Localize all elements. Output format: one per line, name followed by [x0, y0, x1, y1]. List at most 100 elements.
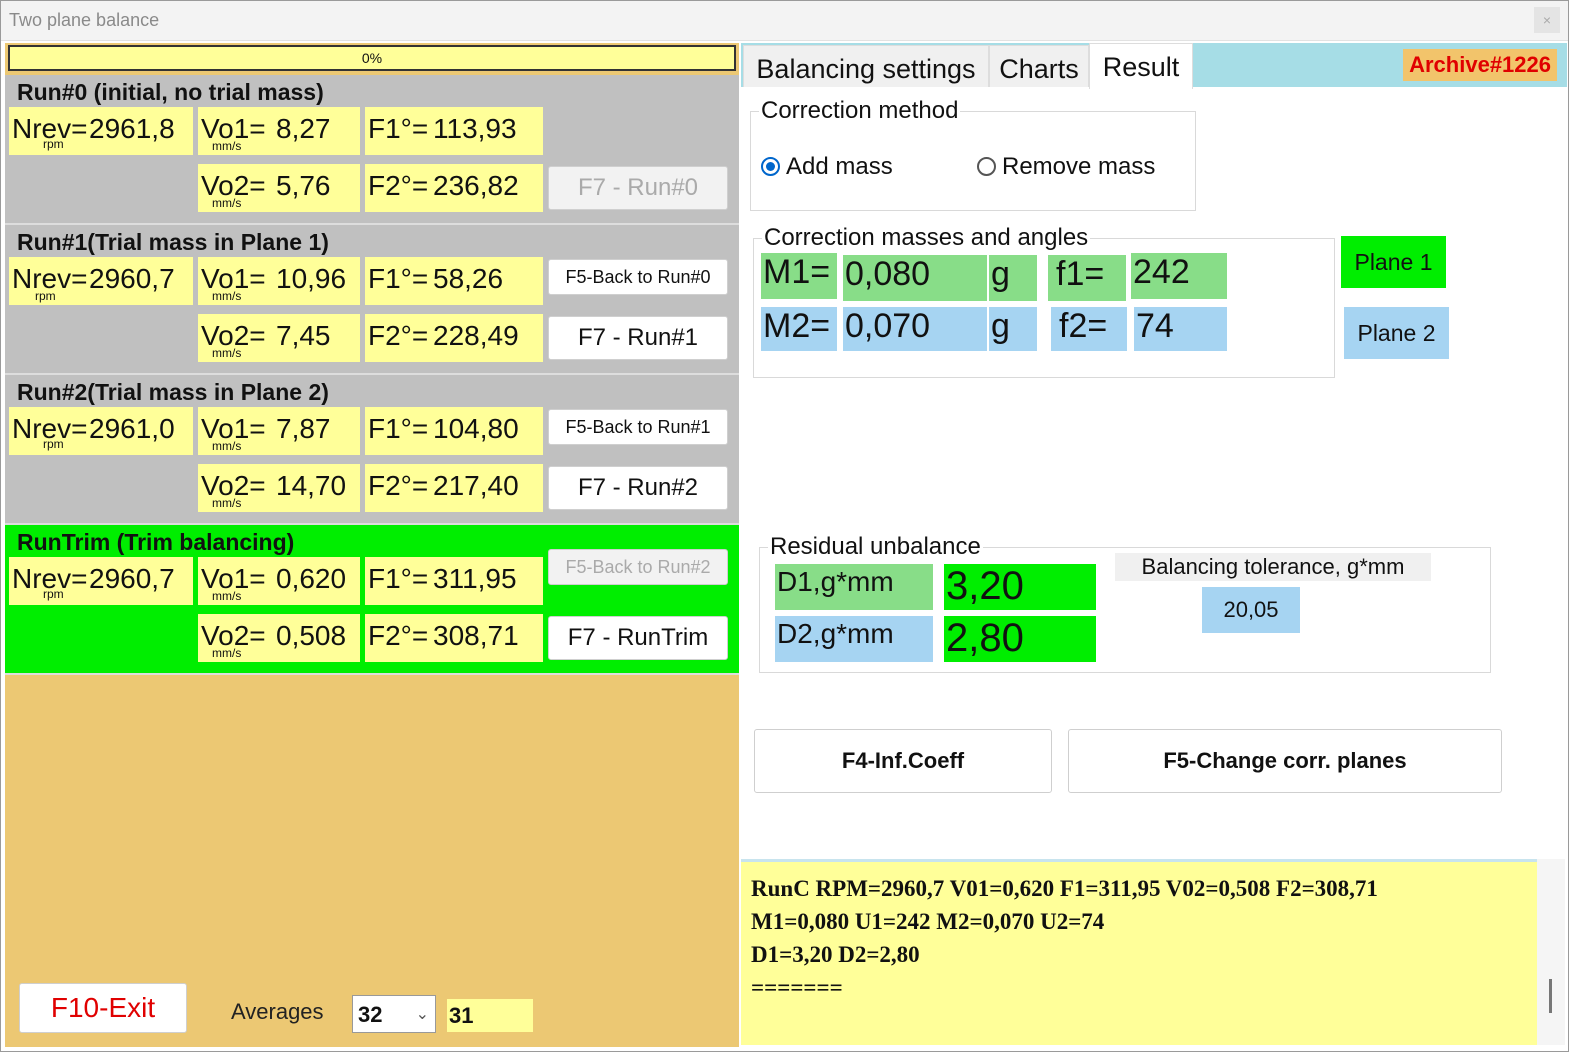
inf-coeff-button[interactable]: F4-Inf.Coeff — [754, 729, 1052, 793]
nrev-cell: Nrev= 2960,7 rpm — [9, 257, 193, 305]
f1-label: F1°= — [368, 263, 429, 294]
run-panel-2: Run#2(Trial mass in Plane 2) Nrev= 2961,… — [5, 375, 739, 525]
mms-unit: mm/s — [212, 439, 242, 453]
tab-charts[interactable]: Charts — [989, 45, 1089, 87]
add-mass-radio[interactable]: Add mass — [761, 153, 893, 181]
m2-label: M2= — [761, 307, 837, 351]
mms-unit: mm/s — [212, 196, 242, 210]
rpm-unit: rpm — [43, 137, 64, 151]
rpm-unit: rpm — [43, 437, 64, 451]
f2-value: 236,82 — [433, 170, 519, 201]
tab-bar: Balancing settings Charts Result Archive… — [741, 43, 1567, 89]
nrev-cell: Nrev= 2960,7 rpm — [9, 557, 193, 605]
f2-value: 217,40 — [433, 470, 519, 501]
f5-back-run1-button[interactable]: F5-Back to Run#1 — [548, 409, 728, 445]
f1-label: F1°= — [368, 413, 429, 444]
f1-angle-label: f1= — [1048, 255, 1126, 301]
f7-runtrim-button[interactable]: F7 - RunTrim — [548, 616, 728, 660]
correction-masses-group — [753, 238, 1335, 378]
vo2-value: 14,70 — [276, 470, 347, 501]
change-corr-planes-button[interactable]: F5-Change corr. planes — [1068, 729, 1502, 793]
log-line: RunC RPM=2960,7 V01=0,620 F1=311,95 V02=… — [751, 876, 1378, 901]
app-window: Two plane balance × 0% Run#0 (initial, n… — [0, 0, 1569, 1052]
m1-label: M1= — [761, 253, 837, 299]
nrev-cell: Nrev= 2961,0 rpm — [9, 407, 193, 455]
tab-result[interactable]: Result — [1089, 43, 1193, 89]
vo2-value: 5,76 — [276, 170, 331, 201]
vo2-cell: Vo2= 14,70 mm/s — [198, 464, 360, 512]
nrev-value: 2960,7 — [89, 563, 175, 594]
plane1-button[interactable]: Plane 1 — [1341, 236, 1446, 288]
d1-value: 3,20 — [944, 564, 1096, 610]
residual-unbalance-title: Residual unbalance — [768, 533, 983, 561]
run-title: RunTrim (Trim balancing) — [17, 529, 295, 555]
f2-label: F2°= — [368, 620, 429, 651]
correction-method-title: Correction method — [759, 97, 961, 125]
vo2-value: 0,508 — [276, 620, 347, 651]
m2-value: 0,070 — [843, 307, 987, 351]
f5-back-run2-button[interactable]: F5-Back to Run#2 — [548, 549, 728, 585]
f2-label: F2°= — [368, 470, 429, 501]
mms-unit: mm/s — [212, 646, 242, 660]
vo1-value: 7,87 — [276, 413, 331, 444]
run-panel-0: Run#0 (initial, no trial mass) Nrev= 296… — [5, 75, 739, 225]
f2-cell: F2°= 217,40 — [365, 464, 543, 512]
mms-unit: mm/s — [212, 139, 242, 153]
radio-checked-icon — [761, 157, 780, 176]
runs-pane: 0% Run#0 (initial, no trial mass) Nrev= … — [5, 43, 739, 1047]
add-mass-label: Add mass — [786, 153, 893, 180]
close-button[interactable]: × — [1534, 7, 1560, 33]
correction-masses-title: Correction masses and angles — [762, 224, 1091, 252]
averages-selected-value: 32 — [358, 1002, 383, 1027]
f5-back-run0-button[interactable]: F5-Back to Run#0 — [548, 259, 728, 295]
f1-cell: F1°= 311,95 — [365, 557, 543, 605]
nrev-value: 2961,8 — [89, 113, 175, 144]
exit-button[interactable]: F10-Exit — [19, 983, 187, 1033]
d2-label: D2,g*mm — [775, 616, 933, 662]
f1-label: F1°= — [368, 113, 429, 144]
run-panel-1: Run#1(Trial mass in Plane 1) Nrev= 2960,… — [5, 225, 739, 375]
result-log: RunC RPM=2960,7 V01=0,620 F1=311,95 V02=… — [741, 859, 1537, 1045]
mms-unit: mm/s — [212, 346, 242, 360]
remove-mass-radio[interactable]: Remove mass — [977, 153, 1155, 181]
f1-cell: F1°= 104,80 — [365, 407, 543, 455]
vo2-cell: Vo2= 7,45 mm/s — [198, 314, 360, 362]
d2-value: 2,80 — [944, 616, 1096, 662]
f7-run1-button[interactable]: F7 - Run#1 — [548, 316, 728, 360]
archive-badge: Archive#1226 — [1403, 49, 1557, 81]
nrev-value: 2960,7 — [89, 263, 175, 294]
averages-count: 31 — [447, 999, 533, 1032]
f7-run2-button[interactable]: F7 - Run#2 — [548, 466, 728, 510]
f2-cell: F2°= 308,71 — [365, 614, 543, 662]
window-title: Two plane balance — [9, 10, 160, 30]
run-panel-trim: RunTrim (Trim balancing) Nrev= 2960,7 rp… — [5, 525, 739, 675]
f2-angle-label: f2= — [1051, 307, 1127, 351]
result-pane: Balancing settings Charts Result Archive… — [741, 43, 1567, 1047]
f2-angle-value: 74 — [1134, 307, 1227, 351]
f1-value: 311,95 — [433, 563, 517, 594]
f1-value: 104,80 — [433, 413, 519, 444]
vo1-cell: Vo1= 7,87 mm/s — [198, 407, 360, 455]
f7-run0-button[interactable]: F7 - Run#0 — [548, 166, 728, 210]
f1-value: 113,93 — [433, 113, 517, 144]
vo2-value: 7,45 — [276, 320, 331, 351]
vo1-cell: Vo1= 10,96 mm/s — [198, 257, 360, 305]
m1-unit: g — [989, 255, 1037, 301]
plane2-button[interactable]: Plane 2 — [1344, 307, 1449, 359]
run-title: Run#0 (initial, no trial mass) — [17, 79, 324, 105]
tolerance-label: Balancing tolerance, g*mm — [1115, 553, 1431, 581]
vo1-value: 8,27 — [276, 113, 331, 144]
tab-balancing-settings[interactable]: Balancing settings — [743, 45, 989, 87]
vo2-cell: Vo2= 5,76 mm/s — [198, 164, 360, 212]
f1-cell: F1°= 58,26 — [365, 257, 543, 305]
mms-unit: mm/s — [212, 589, 242, 603]
log-line: D1=3,20 D2=2,80 — [751, 942, 920, 967]
m2-unit: g — [989, 307, 1037, 351]
rpm-unit: rpm — [35, 289, 56, 303]
mms-unit: mm/s — [212, 289, 242, 303]
averages-select[interactable]: 32 ⌄ — [352, 995, 436, 1033]
vo2-cell: Vo2= 0,508 mm/s — [198, 614, 360, 662]
log-scrollbar[interactable] — [1537, 859, 1565, 1045]
d1-label: D1,g*mm — [775, 564, 933, 610]
scrollbar-thumb[interactable] — [1549, 979, 1552, 1013]
